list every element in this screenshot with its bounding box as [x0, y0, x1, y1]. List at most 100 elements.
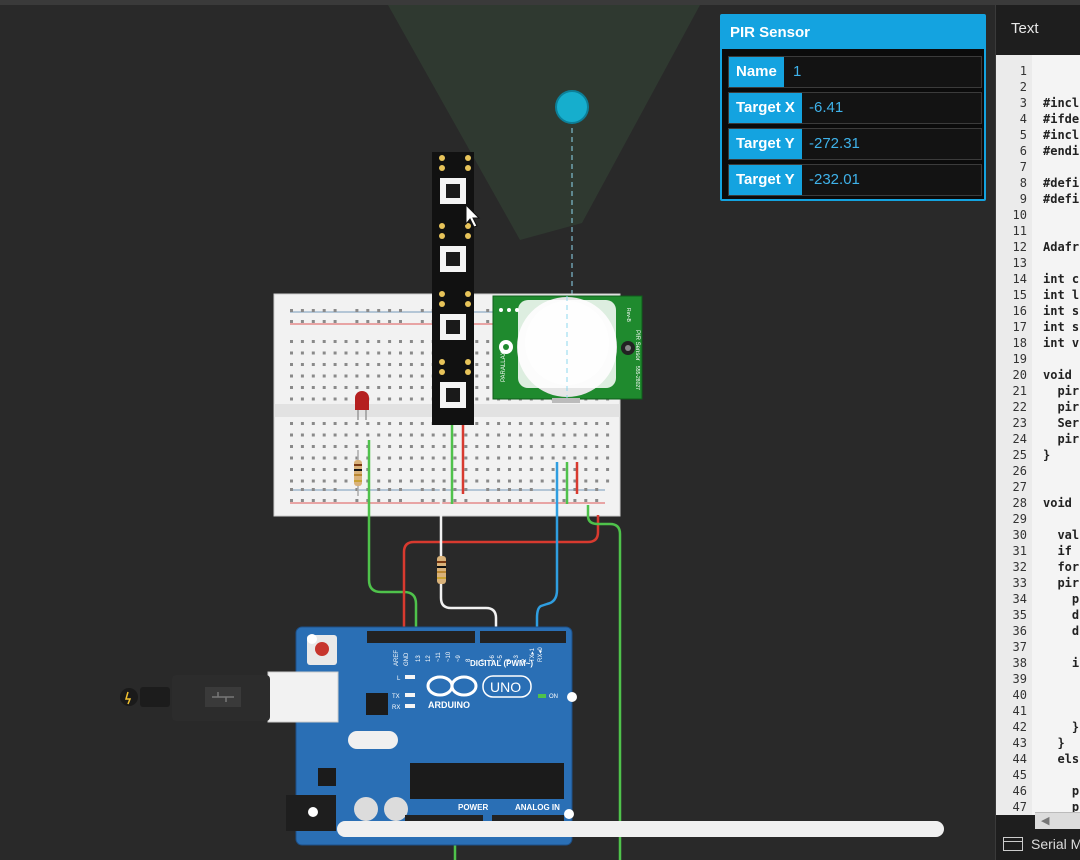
code-line[interactable]: 22 pir	[996, 399, 1080, 415]
code-line[interactable]: 46 p	[996, 783, 1080, 799]
usb-plug-icon[interactable]	[120, 675, 270, 721]
breadboard-hole	[551, 468, 555, 471]
code-line[interactable]: 16 int s	[996, 303, 1080, 319]
code-line[interactable]: 34 p	[996, 591, 1080, 607]
line-number: 27	[1012, 480, 1027, 494]
code-line[interactable]: 14 int c	[996, 271, 1080, 287]
breadboard-hole	[464, 433, 468, 437]
breadboard-hole	[377, 374, 381, 378]
code-text: #defi	[1043, 192, 1080, 206]
scroll-left-arrow-icon[interactable]: ◀	[1041, 814, 1049, 827]
breadboard-hole	[442, 468, 446, 471]
neopixel-strip[interactable]	[432, 152, 474, 425]
code-line[interactable]: 39	[996, 671, 1080, 687]
aref-label: AREF	[394, 650, 400, 666]
code-line[interactable]: 4 #ifde	[996, 111, 1080, 127]
code-line[interactable]: 36 d	[996, 623, 1080, 639]
code-line[interactable]: 31 if	[996, 543, 1080, 559]
rail-hole	[333, 320, 337, 323]
code-line[interactable]: 30 val	[996, 527, 1080, 543]
breadboard-hole	[300, 397, 304, 401]
serial-monitor-button[interactable]: Serial M	[1003, 836, 1080, 854]
target-y-2-field[interactable]: -232.01	[801, 165, 860, 195]
breadboard-hole	[409, 468, 413, 471]
canvas-horizontal-scrollbar[interactable]	[337, 821, 944, 837]
code-editor[interactable]: 1 2 3 #incl 4 #ifde 5 #incl 6 #endi 7 8 #defi 9 #defi 1…	[996, 55, 1080, 815]
arduino-uno[interactable]: 13 12 ~11 ~10 ~9 8 7 ~6 ~5 4 ~3 2 TX▸1 RX◂0 DIGITAL (…	[267, 626, 577, 846]
code-line[interactable]: 12 Adafr	[996, 239, 1080, 255]
name-field[interactable]: 1	[785, 57, 801, 87]
code-line[interactable]: 20 void	[996, 367, 1080, 383]
breadboard-hole	[377, 397, 381, 401]
code-line[interactable]: 29	[996, 511, 1080, 527]
pir-sensor-inspector: PIR Sensor Name 1 Target X -6.41 Target …	[720, 14, 986, 201]
breadboard-hole	[606, 445, 610, 448]
breadboard-hole	[377, 445, 381, 448]
breadboard-hole	[322, 351, 326, 355]
breadboard-hole	[366, 363, 370, 366]
reset-button[interactable]	[315, 642, 329, 656]
code-line[interactable]: 43 }	[996, 735, 1080, 751]
target-y-field[interactable]: -272.31	[801, 129, 860, 159]
breadboard-hole	[453, 433, 457, 437]
breadboard-hole	[311, 340, 315, 343]
code-line[interactable]: 44 els	[996, 751, 1080, 767]
breadboard-hole	[508, 445, 511, 448]
code-line[interactable]: 23 Ser	[996, 415, 1080, 431]
code-line[interactable]: 42 }	[996, 719, 1080, 735]
code-line[interactable]: 17 int s	[996, 319, 1080, 335]
breadboard-hole	[475, 445, 479, 448]
code-line[interactable]: 35 d	[996, 607, 1080, 623]
code-line[interactable]: 25}	[996, 447, 1080, 463]
wire-green-ground[interactable]	[586, 505, 622, 860]
line-number: 21	[1012, 384, 1027, 398]
breadboard-hole	[606, 456, 610, 460]
code-line[interactable]: 45	[996, 767, 1080, 783]
wire-red-power[interactable]	[402, 515, 600, 638]
code-line[interactable]: 24 pir	[996, 431, 1080, 447]
breadboard-hole	[355, 374, 359, 378]
breadboard-hole	[333, 433, 337, 437]
code-line[interactable]: 21 pir	[996, 383, 1080, 399]
breadboard-hole	[486, 386, 490, 389]
code-line[interactable]: 2	[996, 79, 1080, 95]
code-line[interactable]: 1	[996, 63, 1080, 79]
code-line[interactable]: 40	[996, 687, 1080, 703]
name-label: Name	[729, 57, 784, 87]
code-line[interactable]: 41	[996, 703, 1080, 719]
code-line[interactable]: 32 for	[996, 559, 1080, 575]
breadboard-hole	[399, 386, 402, 389]
breadboard-hole	[344, 468, 348, 471]
data-line-resistor[interactable]	[437, 556, 446, 584]
code-line[interactable]: 3 #incl	[996, 95, 1080, 111]
code-line[interactable]: 18 int v	[996, 335, 1080, 351]
code-line[interactable]: 8 #defi	[996, 175, 1080, 191]
line-number: 44	[1012, 752, 1027, 766]
code-line[interactable]: 15 int l	[996, 287, 1080, 303]
code-line[interactable]: 33 pir	[996, 575, 1080, 591]
code-line[interactable]: 13	[996, 255, 1080, 271]
neopixel-led-die	[446, 184, 460, 198]
code-line[interactable]: 9 #defi	[996, 191, 1080, 207]
breadboard-hole	[497, 422, 501, 425]
code-panel-title[interactable]: Text	[1011, 20, 1039, 37]
code-line[interactable]: 38 i	[996, 655, 1080, 671]
code-line[interactable]: 5 #incl	[996, 127, 1080, 143]
code-line[interactable]: 27	[996, 479, 1080, 495]
code-line[interactable]: 26	[996, 463, 1080, 479]
code-line[interactable]: 6 #endi	[996, 143, 1080, 159]
code-line[interactable]: 37	[996, 639, 1080, 655]
target-x-field[interactable]: -6.41	[801, 93, 843, 123]
breadboard-hole	[290, 479, 293, 483]
breadboard-hole	[377, 433, 381, 437]
code-line[interactable]: 11	[996, 223, 1080, 239]
code-horizontal-scrollbar[interactable]: ◀	[1035, 812, 1080, 829]
code-line[interactable]: 28 void	[996, 495, 1080, 511]
code-line[interactable]: 19	[996, 351, 1080, 367]
breadboard-hole	[355, 351, 359, 355]
code-line[interactable]: 7	[996, 159, 1080, 175]
breadboard-hole	[311, 468, 315, 471]
code-line[interactable]: 10	[996, 207, 1080, 223]
breadboard-hole	[551, 445, 555, 448]
pir-target-handle[interactable]	[555, 90, 589, 124]
